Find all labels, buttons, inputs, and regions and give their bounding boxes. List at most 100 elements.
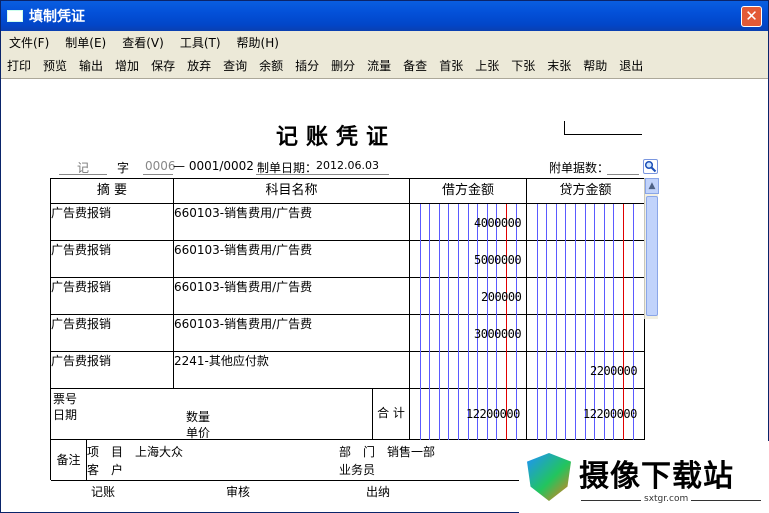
header-account: 科目名称 [174,179,410,204]
scroll-thumb[interactable] [646,196,658,316]
row-4-account[interactable]: 660103-销售费用/广告费 [174,315,410,352]
discard-button[interactable]: 放弃 [181,55,217,77]
header-credit: 贷方金额 [527,179,645,204]
ticket-no-label: 票号 [53,392,78,406]
digit-gridline [467,204,469,440]
voucher-corner-field[interactable] [564,121,642,135]
row-1-credit-cell[interactable] [527,204,645,241]
watermark-brand: 摄像下载站 [579,459,734,494]
digit-gridline [623,204,624,440]
print-button[interactable]: 打印 [1,55,37,77]
row-3-account[interactable]: 660103-销售费用/广告费 [174,278,410,315]
ticket-info-cell[interactable]: 票号 日期 数量 单价 [51,389,373,440]
digit-gridline [506,204,507,440]
digit-gridline [496,204,498,440]
balance-button[interactable]: 余额 [253,55,289,77]
next-button[interactable]: 下张 [505,55,541,77]
date-field[interactable]: 2012.06.03 [316,159,379,172]
insert-entry-button[interactable]: 插分 [289,55,325,77]
header-summary: 摘 要 [51,179,174,204]
row-1-summary[interactable]: 广告费报销 [51,204,174,241]
row-2-debit-amount: 5000000 [474,253,522,267]
window-title: 填制凭证 [29,9,85,25]
unit-price-label: 单价 [186,426,211,440]
preview-button[interactable]: 预览 [37,55,73,77]
remarks-label: 备注 [51,440,87,481]
quantity-label: 数量 [186,410,211,424]
first-button[interactable]: 首张 [433,55,469,77]
attachments-label: 附单据数： [549,161,610,175]
row-3-credit-cell[interactable] [527,278,645,315]
digit-gridline [594,204,596,440]
voucher-window: 填制凭证 ✕ 文件(F) 制单(E) 查看(V) 工具(T) 帮助(H) 打印 … [0,0,769,513]
menu-view[interactable]: 查看(V) [114,34,172,51]
scroll-up-arrow-icon[interactable]: ▲ [645,178,659,194]
row-1-account[interactable]: 660103-销售费用/广告费 [174,204,410,241]
row-5-summary[interactable]: 广告费报销 [51,352,174,389]
digit-gridline [536,204,538,440]
digit-gridline [603,204,605,440]
exit-button[interactable]: 退出 [613,55,649,77]
menu-help[interactable]: 帮助(H) [229,34,287,51]
add-button[interactable]: 增加 [109,55,145,77]
query-button[interactable]: 查询 [217,55,253,77]
digit-gridline [546,204,548,440]
voucher-number-underline [143,174,173,175]
attachments-field[interactable] [607,174,639,175]
watermark-site: sxtgr.com [641,494,692,504]
toolbar: 打印 预览 输出 增加 保存 放弃 查询 余额 插分 删分 流量 备查 首张 上… [1,53,768,79]
save-button[interactable]: 保存 [145,55,181,77]
digit-gridline [477,204,479,440]
row-5-account[interactable]: 2241-其他应付款 [174,352,410,389]
signature-row: 记账 审核 出纳 [91,483,491,499]
search-icon[interactable] [643,159,658,174]
voucher-type-suffix: 字 [117,161,130,175]
table-scrollbar[interactable]: ▲ [644,178,659,319]
digit-gridline [448,204,450,440]
help-button[interactable]: 帮助 [577,55,613,77]
menu-tools[interactable]: 工具(T) [172,34,229,51]
digit-gridline [565,204,567,440]
close-button[interactable]: ✕ [741,6,762,27]
header-debit: 借方金额 [410,179,527,204]
voucher-type-underline [59,174,107,175]
digit-gridline [419,204,421,440]
voucher-number[interactable]: 0006 [145,159,176,173]
row-1-debit-amount: 4000000 [474,216,522,230]
previous-button[interactable]: 上张 [469,55,505,77]
row-2-summary[interactable]: 广告费报销 [51,241,174,278]
debit-total-amount: 12200000 [466,407,520,421]
total-label: 合 计 [373,389,410,440]
last-button[interactable]: 末张 [541,55,577,77]
row-3-summary[interactable]: 广告费报销 [51,278,174,315]
row-2-account[interactable]: 660103-销售费用/广告费 [174,241,410,278]
row-4-debit-amount: 3000000 [474,327,522,341]
digit-gridline [429,204,431,440]
bookkeeping-label: 记账 [91,485,116,499]
menu-file[interactable]: 文件(F) [1,34,57,51]
watermark-logo-icon [527,453,571,501]
department-value[interactable]: 销售一部 [387,443,435,460]
digit-gridline [613,204,615,440]
menu-voucher[interactable]: 制单(E) [57,34,114,51]
memo-button[interactable]: 备查 [397,55,433,77]
digit-gridline [458,204,459,440]
menu-bar: 文件(F) 制单(E) 查看(V) 工具(T) 帮助(H) [1,31,768,53]
digit-gridline [632,204,634,440]
digit-gridline [486,204,488,440]
cash-flow-button[interactable]: 流量 [361,55,397,77]
delete-entry-button[interactable]: 删分 [325,55,361,77]
project-value[interactable]: 上海大众 [135,443,183,460]
voucher-entry-table: 摘 要 科目名称 借方金额 贷方金额 广告费报销 660103-销售费用/广告费… [50,178,645,481]
salesperson-label: 业务员 [339,463,376,477]
voucher-title: 记账凭证 [276,124,397,150]
row-4-credit-cell[interactable] [527,315,645,352]
window-icon [7,10,23,22]
watermark: 摄像下载站 sxtgr.com [519,441,769,513]
review-label: 审核 [226,485,251,499]
department-label: 部 门 [339,445,376,459]
row-4-summary[interactable]: 广告费报销 [51,315,174,352]
export-button[interactable]: 输出 [73,55,109,77]
digit-gridline [575,204,576,440]
row-2-credit-cell[interactable] [527,241,645,278]
